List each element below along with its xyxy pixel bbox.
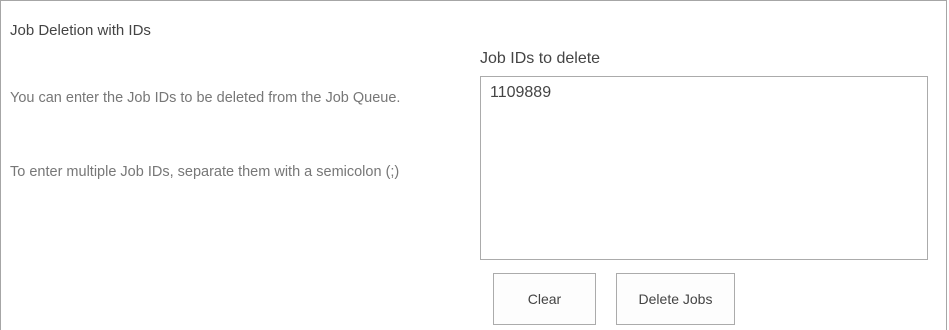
delete-jobs-button[interactable]: Delete Jobs xyxy=(616,273,735,325)
section-title: Job Deletion with IDs xyxy=(10,22,151,39)
clear-button[interactable]: Clear xyxy=(493,273,596,325)
job-ids-field-label: Job IDs to delete xyxy=(480,50,601,67)
multiple-ids-hint-text: To enter multiple Job IDs, separate them… xyxy=(10,164,400,180)
job-ids-textarea[interactable]: 1109889 xyxy=(480,76,928,260)
job-deletion-panel: Job Deletion with IDs You can enter the … xyxy=(0,0,947,330)
description-text: You can enter the Job IDs to be deleted … xyxy=(10,90,401,106)
